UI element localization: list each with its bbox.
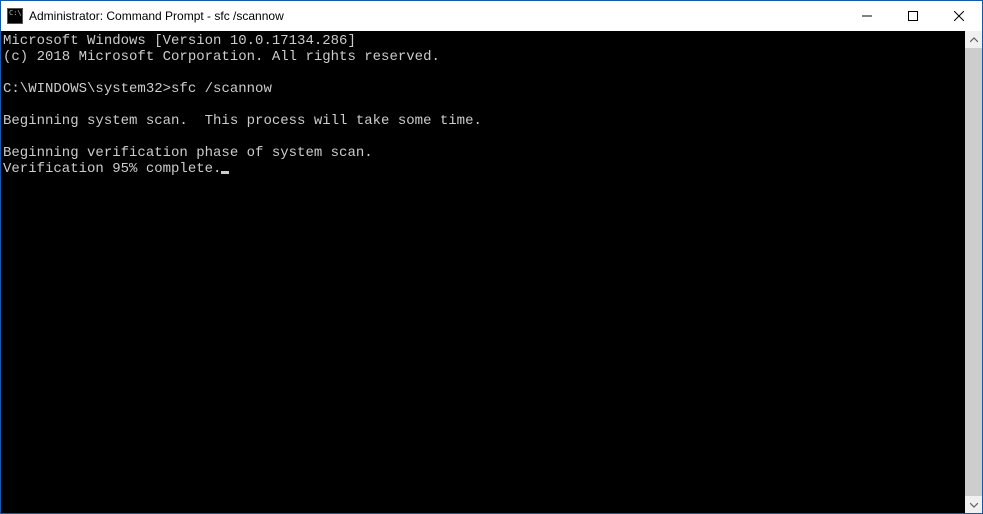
maximize-button[interactable] <box>890 1 936 31</box>
chevron-up-icon <box>970 36 978 44</box>
text-cursor <box>221 171 229 174</box>
console-output[interactable]: Microsoft Windows [Version 10.0.17134.28… <box>1 31 965 513</box>
os-version-line: Microsoft Windows [Version 10.0.17134.28… <box>3 33 356 49</box>
copyright-line: (c) 2018 Microsoft Corporation. All righ… <box>3 49 440 65</box>
scroll-down-button[interactable] <box>965 496 982 513</box>
begin-scan-line: Beginning system scan. This process will… <box>3 113 482 129</box>
maximize-icon <box>908 11 918 21</box>
console-area: Microsoft Windows [Version 10.0.17134.28… <box>1 31 982 513</box>
prompt-line: C:\WINDOWS\system32>sfc /scannow <box>3 81 272 97</box>
verify-phase-line: Beginning verification phase of system s… <box>3 145 373 161</box>
prompt-path: C:\WINDOWS\system32> <box>3 81 171 97</box>
chevron-down-icon <box>970 501 978 509</box>
window-title: Administrator: Command Prompt - sfc /sca… <box>29 9 844 23</box>
minimize-icon <box>862 11 872 21</box>
close-icon <box>954 11 964 21</box>
scroll-track[interactable] <box>965 48 982 496</box>
entered-command: sfc /scannow <box>171 81 272 97</box>
window-controls <box>844 1 982 31</box>
vertical-scrollbar[interactable] <box>965 31 982 513</box>
cmd-icon <box>7 8 23 24</box>
scroll-thumb[interactable] <box>965 48 982 496</box>
titlebar[interactable]: Administrator: Command Prompt - sfc /sca… <box>1 1 982 31</box>
progress-line: Verification 95% complete. <box>3 161 221 177</box>
minimize-button[interactable] <box>844 1 890 31</box>
command-prompt-window: Administrator: Command Prompt - sfc /sca… <box>0 0 983 514</box>
close-button[interactable] <box>936 1 982 31</box>
scroll-up-button[interactable] <box>965 31 982 48</box>
